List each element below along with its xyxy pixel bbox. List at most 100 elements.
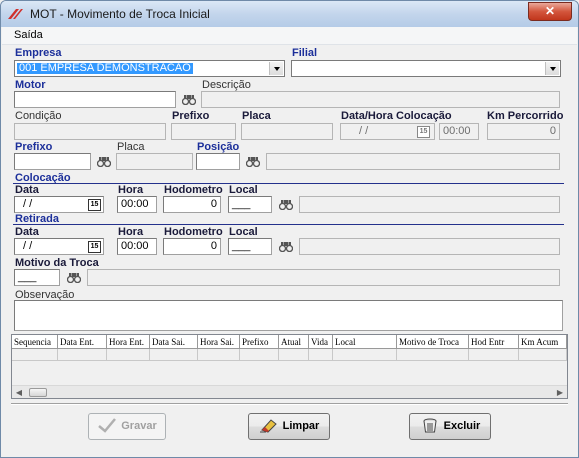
limpar-button[interactable]: Limpar	[248, 413, 330, 440]
calendar-icon: 15	[417, 126, 430, 138]
menu-bar: Saída	[2, 27, 577, 45]
menu-saida[interactable]: Saída	[14, 29, 43, 41]
observacao-textarea[interactable]	[14, 300, 563, 331]
posicao-label: Posição	[197, 141, 240, 153]
colocacao-hora-input[interactable]: 00:00	[117, 196, 157, 213]
gravar-button[interactable]: Gravar	[88, 413, 166, 440]
veiculo-prefixo-input[interactable]	[14, 153, 91, 170]
app-logo-icon	[8, 9, 23, 19]
placa-label: Placa	[242, 110, 271, 122]
retirada-local-label: Local	[229, 226, 258, 238]
colocacao-hora-label: Hora	[118, 184, 144, 196]
placa-input	[241, 123, 333, 140]
binoculars-icon	[279, 200, 293, 210]
button-separator	[11, 403, 568, 405]
km-percorrido-label: Km Percorrido	[487, 110, 564, 122]
veiculo-placa-input	[116, 153, 193, 170]
condicao-input	[14, 123, 166, 140]
window-title: MOT - Movimento de Troca Inicial	[30, 7, 210, 21]
veiculo-placa-label: Placa	[117, 141, 145, 153]
motor-search-button[interactable]	[178, 91, 200, 109]
colocacao-divider	[13, 183, 564, 184]
veiculo-prefixo-label: Prefixo	[15, 141, 53, 153]
prefixo-label: Prefixo	[172, 110, 210, 122]
empresa-select[interactable]: 001 EMPRESA DEMONSTRACAO	[14, 60, 285, 77]
retirada-hodometro-input[interactable]: 0	[163, 238, 221, 255]
excluir-button[interactable]: Excluir	[409, 413, 491, 440]
col-hora-sai[interactable]: Hora Sai.	[198, 335, 240, 349]
colocacao-local-search-button[interactable]	[275, 196, 297, 214]
filial-select[interactable]	[291, 60, 561, 77]
retirada-hodometro-label: Hodometro	[164, 226, 223, 238]
calendar-icon[interactable]: 15	[88, 241, 101, 253]
colocacao-local-descricao	[299, 196, 560, 213]
scroll-right-icon[interactable]: ▶	[553, 386, 567, 399]
retirada-hora-label: Hora	[118, 226, 144, 238]
motivo-input[interactable]: ___	[14, 269, 60, 286]
col-hora-ent[interactable]: Hora Ent.	[107, 335, 150, 349]
retirada-divider	[13, 224, 564, 225]
retirada-local-input[interactable]: ___	[228, 238, 272, 255]
km-percorrido-input: 0	[487, 123, 560, 140]
empresa-label: Empresa	[15, 47, 62, 59]
empresa-selected-value: 001 EMPRESA DEMONSTRACAO	[17, 62, 193, 74]
grid-header: Sequencia Data Ent. Hora Ent. Data Sai. …	[12, 335, 567, 349]
col-motivo-troca[interactable]: Motivo de Troca	[397, 335, 469, 349]
posicao-input[interactable]	[196, 153, 240, 170]
motor-label: Motor	[15, 79, 46, 91]
prefixo-search-button[interactable]	[93, 153, 115, 171]
table-row[interactable]	[12, 349, 567, 361]
checkmark-icon	[98, 418, 117, 433]
retirada-local-descricao	[299, 238, 560, 255]
col-atual[interactable]: Atual	[279, 335, 309, 349]
title-bar: MOT - Movimento de Troca Inicial ✕	[1, 1, 578, 27]
col-data-ent[interactable]: Data Ent.	[58, 335, 107, 349]
motivo-search-button[interactable]	[63, 269, 85, 287]
hora-colocacao-input: 00:00	[439, 123, 479, 140]
filial-label: Filial	[292, 47, 318, 59]
colocacao-data-label: Data	[15, 184, 39, 196]
eraser-icon	[259, 419, 277, 433]
col-sequencia[interactable]: Sequencia	[12, 335, 58, 349]
motivo-label: Motivo da Troca	[15, 257, 99, 269]
retirada-local-search-button[interactable]	[275, 238, 297, 256]
main-window: MOT - Movimento de Troca Inicial ✕ Saída…	[0, 0, 579, 458]
motivo-descricao	[87, 269, 560, 286]
calendar-icon[interactable]: 15	[88, 199, 101, 211]
trash-icon	[423, 418, 437, 433]
retirada-data-label: Data	[15, 226, 39, 238]
binoculars-icon	[67, 273, 81, 283]
descricao-input	[201, 91, 560, 108]
movimentos-grid[interactable]: Sequencia Data Ent. Hora Ent. Data Sai. …	[11, 334, 568, 399]
limpar-label: Limpar	[282, 420, 320, 432]
excluir-label: Excluir	[443, 420, 481, 432]
col-vida[interactable]: Vida	[309, 335, 333, 349]
binoculars-icon	[97, 157, 111, 167]
close-button[interactable]: ✕	[528, 2, 572, 21]
chevron-down-icon[interactable]	[269, 62, 283, 75]
scroll-left-icon[interactable]: ◀	[12, 386, 26, 399]
binoculars-icon	[246, 157, 260, 167]
motor-input[interactable]	[14, 91, 176, 108]
posicao-descricao-input	[266, 153, 560, 170]
condicao-label: Condição	[15, 110, 62, 122]
col-km-acum[interactable]: Km Acum	[519, 335, 567, 349]
chevron-down-icon[interactable]	[545, 62, 559, 75]
colocacao-local-input[interactable]: ___	[228, 196, 272, 213]
col-local[interactable]: Local	[333, 335, 397, 349]
binoculars-icon	[182, 95, 196, 105]
prefixo-input	[171, 123, 236, 140]
posicao-search-button[interactable]	[242, 153, 264, 171]
scrollbar-thumb[interactable]	[29, 388, 47, 397]
colocacao-hodometro-input[interactable]: 0	[163, 196, 221, 213]
col-hod-entr[interactable]: Hod Entr	[469, 335, 519, 349]
col-prefixo[interactable]: Prefixo	[240, 335, 279, 349]
descricao-label: Descrição	[202, 79, 251, 91]
horizontal-scrollbar[interactable]: ◀ ▶	[12, 385, 567, 398]
colocacao-local-label: Local	[229, 184, 258, 196]
gravar-label: Gravar	[121, 420, 157, 432]
binoculars-icon	[279, 242, 293, 252]
col-data-sai[interactable]: Data Sai.	[150, 335, 198, 349]
data-hora-colocacao-label: Data/Hora Colocação	[341, 110, 452, 122]
retirada-hora-input[interactable]: 00:00	[117, 238, 157, 255]
